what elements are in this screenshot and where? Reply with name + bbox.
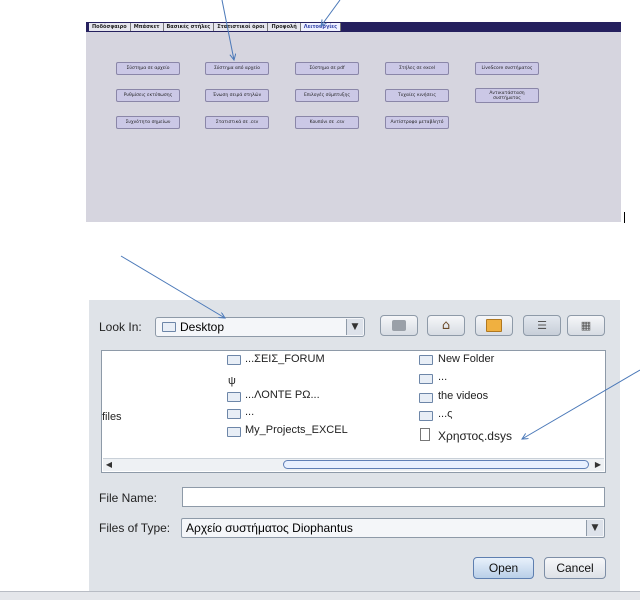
app-panel: Ποδόσφαιρο Μπάσκετ Βασικές στήλες Στατισ… (86, 22, 621, 222)
folder-icon (227, 392, 241, 402)
look-in-value: Desktop (180, 320, 225, 334)
tab-football[interactable]: Ποδόσφαιρο (89, 23, 131, 31)
look-in-label: Look In: (99, 320, 142, 334)
cancel-button[interactable]: Cancel (544, 557, 606, 579)
file-icon (420, 428, 430, 441)
tab-profile[interactable]: Προφολή (268, 23, 301, 31)
system-to-file-button[interactable]: Σύστημα σε αρχείο (116, 62, 180, 75)
look-in-combo[interactable]: Desktop ▼ (155, 317, 365, 337)
menu-tabs: Ποδόσφαιρο Μπάσκετ Βασικές στήλες Στατισ… (89, 23, 342, 31)
list-item[interactable]: My_Projects_EXCEL (245, 424, 348, 436)
list-item[interactable]: Χρηστος.dsys (438, 429, 512, 443)
system-from-file-button[interactable]: Σύστημα από αρχείο (205, 62, 269, 75)
random-moves-button[interactable]: Τυχαίες κινήσεις (385, 89, 449, 102)
list-item[interactable]: ...ΣΕΙΣ_FORUM (245, 353, 325, 365)
folder-icon (227, 409, 241, 419)
folder-icon (419, 393, 433, 403)
reduction-options-button[interactable]: Επιλογές σύμπτυξης (295, 89, 359, 102)
up-folder-button[interactable] (380, 315, 418, 336)
scroll-left-icon[interactable]: ◀ (103, 459, 115, 471)
folder-icon (227, 427, 241, 437)
open-button[interactable]: Open (473, 557, 534, 579)
file-list[interactable]: ...ΣΕΙΣ_FORUM ψ ...ΛΟΝΤΕ ΡΩ... ... My_Pr… (101, 350, 606, 473)
tab-statistical-terms[interactable]: Στατιστικοί όροι (214, 23, 269, 31)
print-settings-button[interactable]: Ρυθμίσεις εκτύπωσης (116, 89, 180, 102)
new-folder-button[interactable] (475, 315, 513, 336)
folder-icon (419, 374, 433, 384)
menu-strip: Ποδόσφαιρο Μπάσκετ Βασικές στήλες Στατισ… (86, 22, 621, 32)
livescore-button[interactable]: LiveScore συστήματος (475, 62, 539, 75)
tab-functions[interactable]: Λειτουργίες (300, 23, 342, 31)
text-caret (624, 212, 625, 223)
files-of-type-value: Αρχείο συστήματος Diophantus (186, 521, 353, 535)
reverse-variable-button[interactable]: Αντίστροφο μεταβλητό (385, 116, 449, 129)
list-view-icon: ☰ (537, 319, 547, 332)
chevron-down-icon[interactable]: ▼ (586, 520, 603, 536)
list-item[interactable]: the videos (438, 390, 488, 402)
list-item[interactable]: ψ (228, 375, 236, 387)
files-of-type-combo[interactable]: Αρχείο συστήματος Diophantus ▼ (181, 518, 605, 538)
file-name-field[interactable] (182, 487, 605, 507)
point-frequency-button[interactable]: Συχνότητα σημείων (116, 116, 180, 129)
tab-basic-columns[interactable]: Βασικές στήλες (163, 23, 215, 31)
scroll-right-icon[interactable]: ▶ (592, 459, 604, 471)
list-item[interactable]: ... (245, 406, 254, 418)
columns-to-excel-button[interactable]: Στήλες σε excel (385, 62, 449, 75)
system-to-pdf-button[interactable]: Σύστημα σε pdf (295, 62, 359, 75)
home-icon: ⌂ (441, 318, 451, 333)
merge-columns-button[interactable]: Ένωση σειρά στηλών (205, 89, 269, 102)
folder-icon (419, 355, 433, 365)
file-name-label: File Name: (99, 491, 158, 505)
coupon-to-csv-button[interactable]: Κουπόνι σε .csv (295, 116, 359, 129)
new-folder-icon (486, 319, 502, 332)
chevron-down-icon[interactable]: ▼ (346, 319, 363, 335)
up-folder-icon (392, 320, 406, 331)
replace-system-button[interactable]: Αντικατάσταση συστήματος (475, 88, 539, 103)
files-of-type-label: Files of Type: (99, 521, 171, 535)
scrollbar-thumb[interactable] (283, 460, 589, 469)
horizontal-scrollbar[interactable]: ◀ ▶ (103, 458, 604, 471)
home-button[interactable]: ⌂ (427, 315, 465, 336)
folder-icon (227, 355, 241, 365)
list-view-button[interactable]: ☰ (523, 315, 561, 336)
details-view-button[interactable]: ▦ (567, 315, 605, 336)
list-item[interactable]: New Folder (438, 353, 494, 365)
list-item[interactable]: files (102, 411, 122, 423)
stats-to-csv-button[interactable]: Στατιστικά σε .csv (205, 116, 269, 129)
folder-icon (162, 322, 176, 332)
file-chooser-dialog: Look In: Desktop ▼ ⌂ ☰ ▦ ...ΣΕΙΣ_FORUM ψ… (89, 300, 620, 592)
folder-icon (419, 411, 433, 421)
details-view-icon: ▦ (580, 319, 592, 332)
list-item[interactable]: ...ΛΟΝΤΕ ΡΩ... (245, 389, 320, 401)
list-item[interactable]: ... (438, 371, 447, 383)
tab-basketball[interactable]: Μπάσκετ (130, 23, 164, 31)
list-item[interactable]: ...ς (438, 408, 452, 420)
